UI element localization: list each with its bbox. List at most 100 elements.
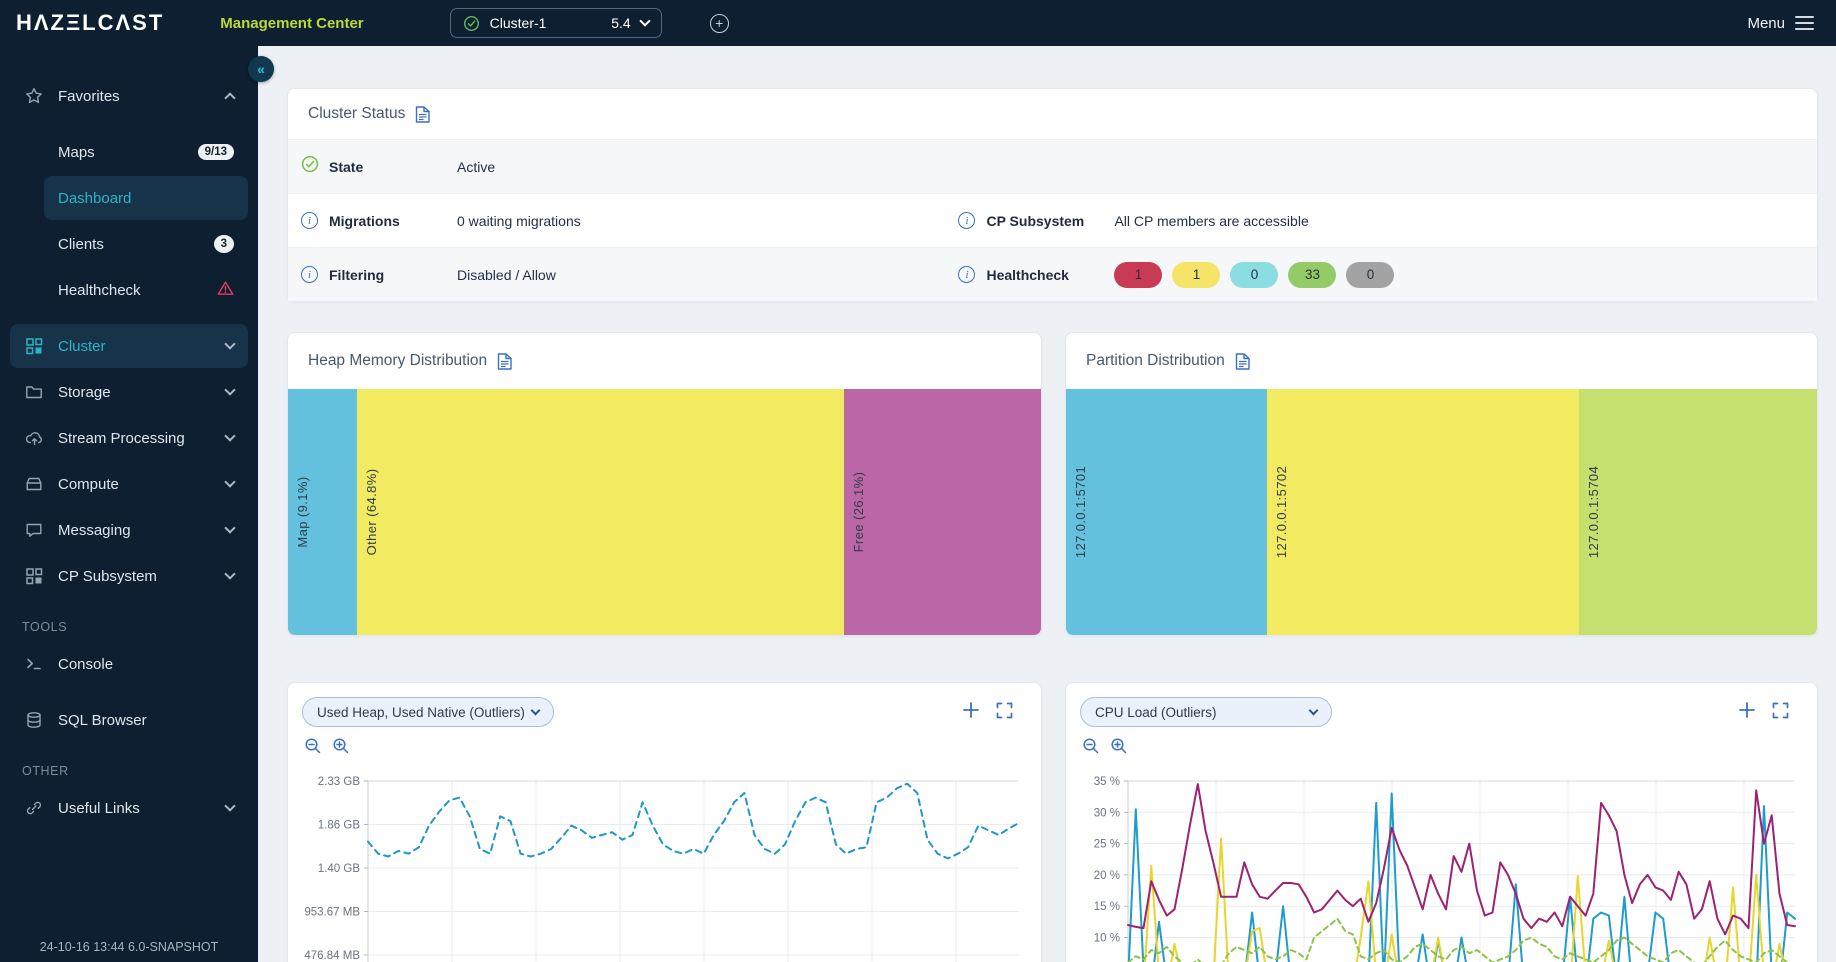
segment-label: 127.0.0.1:5701 <box>1073 466 1088 558</box>
chat-bubble-icon <box>24 521 44 539</box>
heap-chart-panel: Used Heap, Used Native (Outliers) 2.33 G… <box>287 682 1042 962</box>
hazelcast-logo: HΛZΞLCΛST <box>16 10 164 36</box>
info-icon[interactable]: i <box>301 266 318 283</box>
sidebar-item-label: CP Subsystem <box>58 568 157 585</box>
segment-label: Other (64.8%) <box>364 469 379 556</box>
metric-select-value: Used Heap, Used Native (Outliers) <box>317 705 525 720</box>
sidebar-item-compute[interactable]: Compute <box>10 462 248 506</box>
migrations-label: Migrations <box>329 213 457 229</box>
panel-title: Cluster Status <box>308 105 405 123</box>
cpu-chart-panel: CPU Load (Outliers) 35 %30 %25 %20 %15 %… <box>1065 682 1818 962</box>
cluster-grid-icon <box>24 337 44 355</box>
warning-icon <box>217 280 234 301</box>
segment-label: Free (26.1%) <box>851 472 866 553</box>
sidebar-item-cluster[interactable]: Cluster <box>10 324 248 368</box>
compute-box-icon <box>24 475 44 493</box>
add-chart-button[interactable] <box>962 701 980 719</box>
heap-dist-segment-0[interactable]: Map (9.1%) <box>288 389 357 635</box>
y-tick-label: 25 % <box>1094 839 1120 851</box>
cpu-line-svg: 35 %30 %25 %20 %15 %10 %5 % <box>1080 757 1803 962</box>
cpu-load-chart[interactable]: 35 %30 %25 %20 %15 %10 %5 % <box>1080 757 1803 962</box>
segment-label: 127.0.0.1:5702 <box>1274 466 1289 558</box>
y-tick-label: 1.40 GB <box>318 863 361 875</box>
segment-label: Map (9.1%) <box>295 476 310 547</box>
zoom-out-icon[interactable] <box>304 737 322 755</box>
fullscreen-icon[interactable] <box>1772 702 1789 719</box>
metric-select[interactable]: CPU Load (Outliers) <box>1080 697 1332 727</box>
sidebar-item-label: Stream Processing <box>58 430 185 447</box>
partition-distribution-panel: Partition Distribution 127.0.0.1:5701127… <box>1065 332 1818 636</box>
migrations-value: 0 waiting migrations <box>457 213 581 229</box>
zoom-out-icon[interactable] <box>1082 737 1100 755</box>
link-icon <box>24 799 44 817</box>
healthcheck-label: Healthcheck <box>986 267 1114 283</box>
fullscreen-icon[interactable] <box>996 702 1013 719</box>
zoom-in-icon[interactable] <box>1110 737 1128 755</box>
sidebar-item-storage[interactable]: Storage <box>10 370 248 414</box>
sidebar-item-messaging[interactable]: Messaging <box>10 508 248 552</box>
healthcheck-badge-2[interactable]: 0 <box>1230 262 1278 288</box>
sidebar-item-label: SQL Browser <box>58 712 147 729</box>
chevron-down-icon <box>224 384 235 395</box>
y-tick-label: 30 % <box>1094 807 1120 819</box>
filtering-value: Disabled / Allow <box>457 267 556 283</box>
sidebar-item-label: Healthcheck <box>58 282 141 299</box>
sidebar-section-other: OTHER <box>10 744 248 784</box>
info-icon[interactable]: i <box>958 266 975 283</box>
sidebar-item-console[interactable]: Console <box>10 642 248 686</box>
chevron-down-icon <box>224 430 235 441</box>
sidebar-item-healthcheck[interactable]: Healthcheck <box>10 268 248 312</box>
healthcheck-badge-0[interactable]: 1 <box>1114 262 1162 288</box>
info-icon[interactable]: i <box>958 212 975 229</box>
sidebar-item-clients[interactable]: Clients 3 <box>10 222 248 266</box>
heap-dist-segment-2[interactable]: Free (26.1%) <box>844 389 1041 635</box>
healthcheck-badge-1[interactable]: 1 <box>1172 262 1220 288</box>
partition-dist-segment-2[interactable]: 127.0.0.1:5704 <box>1579 389 1817 635</box>
filtering-label: Filtering <box>329 267 457 283</box>
clients-count-badge: 3 <box>214 235 234 253</box>
docs-icon[interactable] <box>415 106 430 123</box>
sidebar-item-cp-subsystem[interactable]: CP Subsystem <box>10 554 248 598</box>
docs-icon[interactable] <box>1235 353 1250 370</box>
add-cluster-button[interactable]: + <box>710 14 729 33</box>
heap-usage-chart[interactable]: 2.33 GB1.86 GB1.40 GB953.67 MB476.84 MB <box>302 757 1027 962</box>
sidebar-item-label: Useful Links <box>58 800 140 817</box>
maps-count-badge: 9/13 <box>198 144 234 160</box>
menu-label: Menu <box>1747 15 1785 32</box>
status-row-migrations: i Migrations 0 waiting migrations i CP S… <box>288 193 1817 247</box>
zoom-in-icon[interactable] <box>332 737 350 755</box>
menu-button[interactable]: Menu <box>1747 15 1814 32</box>
cluster-selector[interactable]: Cluster-1 5.4 <box>450 8 662 38</box>
metric-select[interactable]: Used Heap, Used Native (Outliers) <box>302 697 554 727</box>
info-icon[interactable]: i <box>301 212 318 229</box>
healthcheck-badge-4[interactable]: 0 <box>1346 262 1394 288</box>
sidebar-item-dashboard[interactable]: Dashboard <box>44 176 248 220</box>
cp-subsystem-value: All CP members are accessible <box>1114 213 1308 229</box>
sidebar-item-favorites[interactable]: Favorites <box>10 74 248 118</box>
series-used-heap <box>368 784 1019 859</box>
heap-dist-segment-1[interactable]: Other (64.8%) <box>357 389 845 635</box>
partition-distribution-bar: 127.0.0.1:5701 127.0.0.1:5702 127.0.0.1:57… <box>1066 389 1817 635</box>
partition-dist-segment-0[interactable]: 127.0.0.1:5701 <box>1066 389 1267 635</box>
sidebar-item-sql-browser[interactable]: SQL Browser <box>10 698 248 742</box>
y-tick-label: 35 % <box>1094 776 1120 788</box>
chevron-down-icon <box>531 705 541 715</box>
state-ok-icon <box>301 155 319 178</box>
panel-title: Partition Distribution <box>1086 352 1225 370</box>
healthcheck-badge-3[interactable]: 33 <box>1288 262 1336 288</box>
add-chart-button[interactable] <box>1738 701 1756 719</box>
y-tick-label: 2.33 GB <box>318 776 361 788</box>
sidebar-item-useful-links[interactable]: Useful Links <box>10 786 248 830</box>
sidebar-item-maps[interactable]: Maps 9/13 <box>10 130 248 174</box>
sidebar-item-label: Favorites <box>58 88 120 105</box>
sidebar-collapse-button[interactable]: « <box>248 56 274 82</box>
partition-dist-segment-1[interactable]: 127.0.0.1:5702 <box>1267 389 1579 635</box>
docs-icon[interactable] <box>497 353 512 370</box>
sidebar-item-label: Console <box>58 656 113 673</box>
cluster-connected-icon <box>463 15 480 32</box>
y-tick-label: 953.67 MB <box>304 907 360 919</box>
status-row-state: State Active <box>288 139 1817 193</box>
status-row-filtering: i Filtering Disabled / Allow i Healthche… <box>288 247 1817 301</box>
main-content: « Cluster Status State Active i Migratio… <box>258 46 1836 962</box>
sidebar-item-stream-processing[interactable]: Stream Processing <box>10 416 248 460</box>
